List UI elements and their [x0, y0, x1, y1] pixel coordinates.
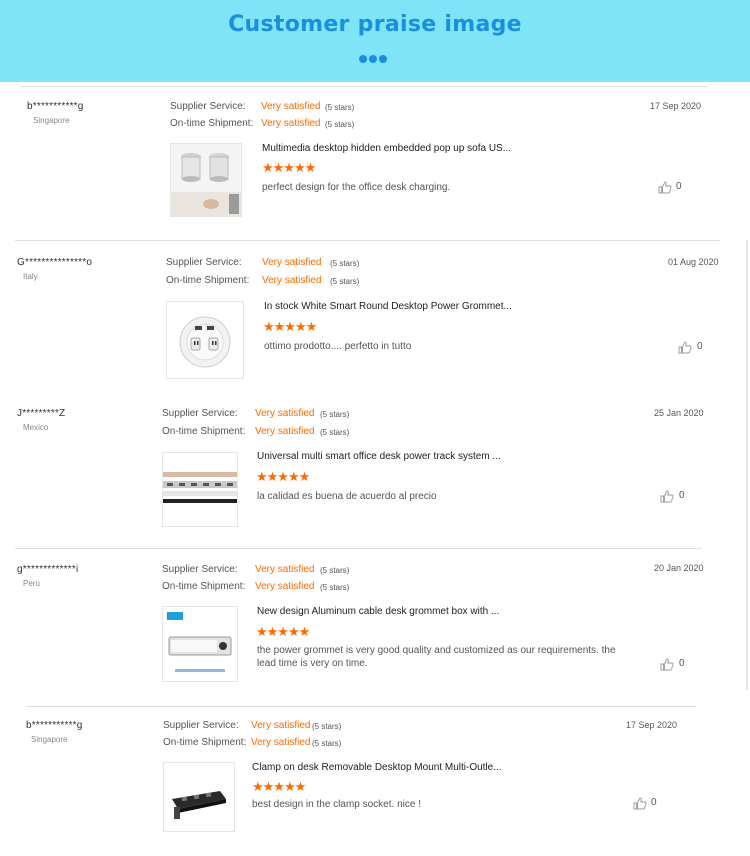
supplier-service-label: Supplier Service:: [170, 101, 246, 112]
reviewer-country: Italy: [23, 272, 38, 281]
like-count: 0: [676, 181, 682, 192]
thumbs-up-icon[interactable]: [660, 658, 674, 671]
shipment-label: On-time Shipment:: [162, 426, 246, 437]
supplier-service-stars-note: (5 stars): [320, 566, 350, 575]
product-title-link[interactable]: New design Aluminum cable desk grommet b…: [257, 606, 499, 617]
shipment-stars-note: (5 stars): [325, 120, 355, 129]
like-count: 0: [697, 341, 703, 352]
supplier-service-stars-note: (5 stars): [325, 103, 355, 112]
reviewer-country: Singapore: [31, 735, 68, 744]
review-card: J*********Z Mexico Supplier Service: Ver…: [0, 395, 750, 545]
reviewer-name: b***********g: [27, 101, 84, 112]
review-date: 20 Jan 2020: [654, 563, 704, 573]
product-thumbnail[interactable]: [163, 762, 235, 832]
review-card: b***********g Singapore Supplier Service…: [0, 86, 750, 236]
thumbs-up-icon[interactable]: [633, 797, 647, 810]
three-dots-icon: [359, 50, 389, 63]
product-title-link[interactable]: Clamp on desk Removable Desktop Mount Mu…: [252, 762, 502, 773]
supplier-service-stars-note: (5 stars): [320, 410, 350, 419]
review-comment: the power grommet is very good quality a…: [257, 645, 616, 669]
shipment-rating: Very satisfied: [255, 581, 315, 592]
supplier-service-rating: Very satisfied: [255, 408, 315, 419]
review-date: 01 Aug 2020: [668, 257, 719, 267]
shipment-stars-note: (5 stars): [312, 739, 342, 748]
page-header: Customer praise image: [0, 0, 750, 82]
shipment-rating: Very satisfied: [261, 118, 321, 129]
like-count: 0: [679, 658, 685, 669]
review-divider: [15, 548, 702, 549]
supplier-service-rating: Very satisfied: [255, 564, 315, 575]
review-card: g*************i Peru Supplier Service: V…: [0, 548, 750, 698]
product-star-rating: ★★★★★: [256, 624, 310, 639]
thumbs-up-icon[interactable]: [678, 341, 692, 354]
supplier-service-label: Supplier Service:: [162, 408, 238, 419]
product-thumbnail[interactable]: [162, 452, 238, 527]
product-title-link[interactable]: Multimedia desktop hidden embedded pop u…: [262, 143, 511, 154]
review-date: 17 Sep 2020: [650, 101, 702, 111]
product-title-link[interactable]: Universal multi smart office desk power …: [257, 451, 501, 462]
supplier-service-stars-note: (5 stars): [330, 259, 360, 268]
supplier-service-label: Supplier Service:: [166, 257, 242, 268]
thumbs-up-icon[interactable]: [660, 490, 674, 503]
shipment-rating: Very satisfied: [251, 737, 311, 748]
review-comment: perfect design for the office desk charg…: [262, 182, 451, 193]
shipment-stars-note: (5 stars): [330, 277, 360, 286]
thumbs-up-icon[interactable]: [658, 181, 672, 194]
product-star-rating: ★★★★★: [262, 160, 316, 175]
shipment-label: On-time Shipment:: [166, 275, 250, 286]
product-thumbnail[interactable]: [166, 301, 244, 379]
review-date: 25 Jan 2020: [654, 408, 704, 418]
shipment-stars-note: (5 stars): [320, 583, 350, 592]
dot-2: [369, 55, 377, 63]
product-star-rating: ★★★★★: [256, 469, 310, 484]
reviewer-country: Mexico: [23, 423, 49, 432]
like-count: 0: [679, 490, 685, 501]
shipment-label: On-time Shipment:: [163, 737, 247, 748]
shipment-rating: Very satisfied: [255, 426, 315, 437]
review-card: b***********g Singapore Supplier Service…: [0, 706, 750, 856]
review-divider: [15, 240, 720, 241]
reviewer-name: g*************i: [17, 564, 79, 575]
review-card: G***************o Italy Supplier Service…: [0, 240, 750, 390]
product-thumbnail[interactable]: [162, 606, 238, 682]
supplier-service-rating: Very satisfied: [261, 101, 321, 112]
review-divider: [25, 706, 696, 707]
supplier-service-rating: Very satisfied: [251, 720, 311, 731]
product-thumbnail[interactable]: [170, 143, 242, 217]
reviewer-country: Peru: [23, 579, 40, 588]
supplier-service-rating: Very satisfied: [262, 257, 322, 268]
like-count: 0: [651, 797, 657, 808]
shipment-label: On-time Shipment:: [170, 118, 254, 129]
shipment-label: On-time Shipment:: [162, 581, 246, 592]
supplier-service-stars-note: (5 stars): [312, 722, 342, 731]
page-title: Customer praise image: [228, 12, 522, 37]
shipment-rating: Very satisfied: [262, 275, 322, 286]
product-star-rating: ★★★★★: [252, 779, 306, 794]
dot-1: [359, 55, 367, 63]
product-star-rating: ★★★★★: [263, 319, 317, 334]
review-comment: best design in the clamp socket. nice !: [252, 799, 421, 810]
dot-3: [379, 55, 387, 63]
reviewer-name: G***************o: [17, 257, 93, 268]
review-divider: [20, 86, 708, 87]
reviewer-country: Singapore: [33, 116, 70, 125]
review-date: 17 Sep 2020: [626, 720, 678, 730]
product-title-link[interactable]: In stock White Smart Round Desktop Power…: [264, 301, 512, 312]
review-comment: ottimo prodotto.... perfetto in tutto: [264, 341, 412, 352]
reviewer-name: b***********g: [26, 720, 83, 731]
reviewer-name: J*********Z: [17, 408, 66, 419]
supplier-service-label: Supplier Service:: [163, 720, 239, 731]
supplier-service-label: Supplier Service:: [162, 564, 238, 575]
shipment-stars-note: (5 stars): [320, 428, 350, 437]
review-comment: la calidad es buena de acuerdo al precio: [257, 491, 437, 502]
